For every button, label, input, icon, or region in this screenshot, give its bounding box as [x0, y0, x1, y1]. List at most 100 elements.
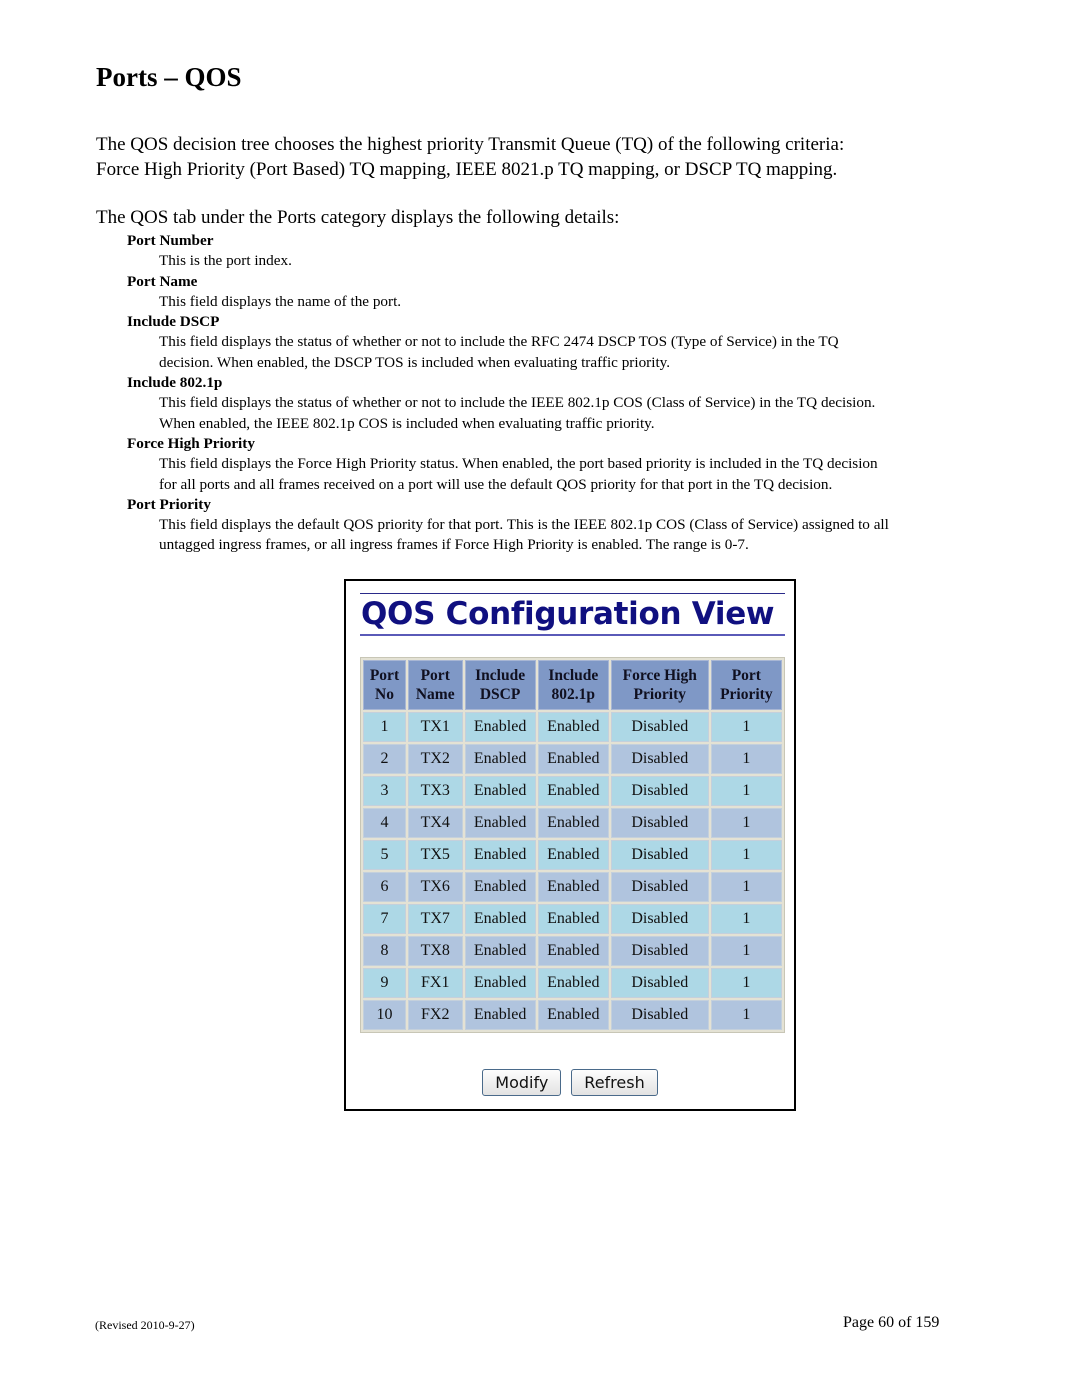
definition-description: for all ports and all frames received on…	[159, 475, 833, 493]
column-header: Force High Priority	[610, 660, 709, 710]
details-intro: The QOS tab under the Ports category dis…	[96, 207, 620, 228]
column-header-line1: Include	[548, 667, 599, 684]
table-cell: FX2	[407, 1000, 463, 1030]
table-cell: Enabled	[537, 904, 609, 934]
table-cell: 1	[710, 904, 782, 934]
definition-description: decision. When enabled, the DSCP TOS is …	[159, 353, 671, 371]
table-cell: Enabled	[537, 840, 609, 870]
table-cell: 1	[710, 936, 782, 966]
qos-table: Port No Port Name Include DSCP Include 802.1p Fo…	[360, 657, 785, 1033]
table-cell: Enabled	[464, 904, 536, 934]
column-header-line1: Include	[475, 667, 526, 684]
table-cell: Disabled	[610, 936, 709, 966]
table-cell: TX1	[407, 712, 463, 742]
table-cell: Disabled	[610, 968, 709, 998]
table-header-row: Port No Port Name Include DSCP Include 802.1p Fo…	[363, 660, 782, 710]
column-header-line1: Port	[420, 667, 450, 684]
table-cell: 1	[710, 808, 782, 838]
column-header-line2: Priority	[720, 686, 773, 703]
table-cell: TX4	[407, 808, 463, 838]
table-cell: Enabled	[537, 776, 609, 806]
table-cell: 3	[363, 776, 406, 806]
refresh-button[interactable]: Refresh	[571, 1069, 658, 1096]
table-cell: Enabled	[537, 1000, 609, 1030]
definition-description: untagged ingress frames, or all ingress …	[159, 536, 749, 554]
table-cell: TX2	[407, 744, 463, 774]
table-cell: 1	[710, 1000, 782, 1030]
definition-term: Port Number	[127, 232, 214, 249]
table-cell: Enabled	[464, 936, 536, 966]
column-header-line2: Priority	[633, 686, 687, 703]
table-cell: 1	[363, 712, 406, 742]
column-header-line2: No	[375, 686, 394, 703]
column-header: Port Name	[407, 660, 463, 710]
table-cell: FX1	[407, 968, 463, 998]
revised-date: (Revised 2010-9-27)	[95, 1318, 195, 1332]
table-cell: Enabled	[464, 872, 536, 902]
definition-term: Include DSCP	[127, 313, 220, 331]
table-row: 1 TX1 Enabled Enabled Disabled 1	[363, 712, 782, 742]
table-cell: Enabled	[464, 776, 536, 806]
table-cell: Enabled	[464, 968, 536, 998]
table-cell: 10	[363, 1000, 406, 1030]
definition-description: This field displays the name of the port…	[159, 292, 402, 310]
table-cell: Enabled	[464, 1000, 536, 1030]
intro-paragraph: The QOS decision tree chooses the highes…	[96, 132, 1016, 182]
table-cell: 5	[363, 840, 406, 870]
table-cell: 1	[710, 968, 782, 998]
definition-term: Force High Priority	[127, 434, 255, 452]
definition-term: Port Name	[127, 272, 198, 290]
intro-line-1: The QOS decision tree chooses the highes…	[96, 134, 845, 155]
table-cell: 6	[363, 872, 406, 902]
column-header: Port Priority	[710, 660, 782, 710]
table-cell: Enabled	[464, 712, 536, 742]
table-cell: 2	[363, 744, 406, 774]
definition-description: This field displays the status of whethe…	[159, 333, 839, 351]
table-cell: 1	[710, 712, 782, 742]
table-cell: Enabled	[464, 808, 536, 838]
table-row: 8 TX8 Enabled Enabled Disabled 1	[363, 936, 782, 966]
table-cell: TX7	[407, 904, 463, 934]
table-cell: Enabled	[537, 968, 609, 998]
page-title: Ports – QOS	[96, 62, 242, 92]
modify-button[interactable]: Modify	[482, 1069, 562, 1096]
table-row: 3 TX3 Enabled Enabled Disabled 1	[363, 776, 782, 806]
table-cell: Enabled	[464, 840, 536, 870]
definition-term: Port Priority	[127, 495, 211, 513]
column-header-line2: Name	[415, 686, 455, 703]
table-cell: 1	[710, 840, 782, 870]
table-cell: Enabled	[537, 712, 609, 742]
column-header-line1: Force High	[622, 667, 697, 684]
table-cell: TX6	[407, 872, 463, 902]
table-cell: Enabled	[537, 936, 609, 966]
table-row: 5 TX5 Enabled Enabled Disabled 1	[363, 840, 782, 870]
table-cell: 1	[710, 872, 782, 902]
table-cell: Disabled	[610, 904, 709, 934]
table-cell: 1	[710, 776, 782, 806]
definition-description: This field displays the status of whethe…	[159, 394, 876, 412]
column-header-line2: DSCP	[479, 686, 521, 703]
column-header-line1: Port	[731, 667, 761, 684]
table-row: 4 TX4 Enabled Enabled Disabled 1	[363, 808, 782, 838]
table-cell: TX3	[407, 776, 463, 806]
definition-description: This field displays the Force High Prior…	[159, 455, 878, 473]
table-row: 2 TX2 Enabled Enabled Disabled 1	[363, 744, 782, 774]
definition-description: This is the port index.	[159, 252, 292, 270]
table-cell: TX8	[407, 936, 463, 966]
definition-list: Port Number This is the port index. Port N…	[127, 231, 1027, 556]
table-cell: 9	[363, 968, 406, 998]
definition-description: When enabled, the IEEE 802.1p COS is inc…	[159, 414, 655, 432]
table-row: 7 TX7 Enabled Enabled Disabled 1	[363, 904, 782, 934]
table-cell: Disabled	[610, 712, 709, 742]
table-cell: 7	[363, 904, 406, 934]
view-title: QOS Configuration View	[360, 593, 785, 636]
page-number: Page 60 of 159	[843, 1314, 940, 1331]
table-cell: 4	[363, 808, 406, 838]
table-cell: Enabled	[537, 872, 609, 902]
table-cell: Disabled	[610, 1000, 709, 1030]
qos-configuration-screenshot: QOS Configuration View Port No Port Name Inc…	[344, 579, 796, 1111]
intro-line-2: Force High Priority (Port Based) TQ mapp…	[96, 159, 838, 180]
column-header-line2: 802.1p	[551, 686, 596, 703]
table-cell: Disabled	[610, 872, 709, 902]
column-header: Include 802.1p	[537, 660, 609, 710]
